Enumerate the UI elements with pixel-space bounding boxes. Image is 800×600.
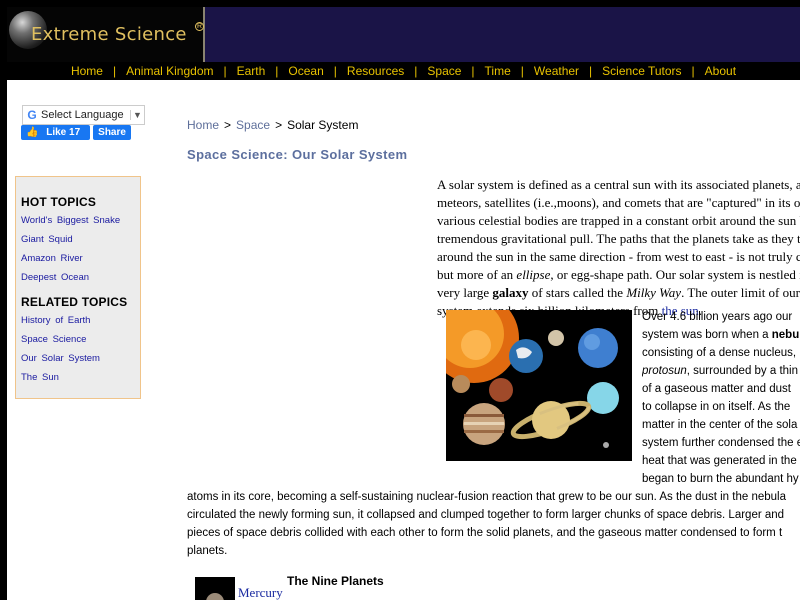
breadcrumb-space[interactable]: Space bbox=[236, 118, 270, 132]
sidebar-link-history-of-earth[interactable]: History of Earth bbox=[21, 315, 135, 326]
topics-sidebar: HOT TOPICS World's Biggest Snake Giant S… bbox=[15, 176, 141, 399]
sidebar-link-space-science[interactable]: Space Science bbox=[21, 334, 135, 345]
breadcrumb-current: Solar System bbox=[287, 118, 359, 132]
language-select[interactable]: G Select Language ▼ bbox=[22, 105, 145, 125]
hot-topics-heading: HOT TOPICS bbox=[21, 195, 97, 209]
nav-ocean[interactable]: Ocean bbox=[288, 64, 323, 78]
facebook-like-button[interactable]: 👍 Like 17 bbox=[21, 125, 91, 140]
sidebar-link-our-solar-system[interactable]: Our Solar System bbox=[21, 353, 135, 364]
facebook-buttons: 👍 Like 17 Share bbox=[21, 125, 131, 140]
sidebar-link-deepest-ocean[interactable]: Deepest Ocean bbox=[21, 272, 135, 283]
sidebar-link-giant-squid[interactable]: Giant Squid bbox=[21, 234, 135, 245]
main-nav: Home | Animal Kingdom | Earth | Ocean | Reso… bbox=[7, 62, 800, 80]
google-g-icon: G bbox=[27, 108, 37, 122]
facebook-share-button[interactable]: Share bbox=[93, 125, 131, 140]
breadcrumb-home[interactable]: Home bbox=[187, 118, 219, 132]
nine-planets-heading: The Nine Planets bbox=[287, 574, 384, 588]
registered-mark: R bbox=[195, 22, 204, 31]
nav-about[interactable]: About bbox=[705, 64, 736, 78]
nav-home[interactable]: Home bbox=[71, 64, 103, 78]
related-topics-heading: RELATED TOPICS bbox=[21, 295, 128, 309]
site-header: Extreme Science R bbox=[7, 7, 800, 62]
dropdown-arrow-icon[interactable]: ▼ bbox=[130, 110, 144, 120]
solar-system-planets-image bbox=[446, 310, 632, 461]
page-title: Space Science: Our Solar System bbox=[187, 147, 408, 162]
logo-text: Extreme Science bbox=[31, 24, 187, 45]
site-logo[interactable]: Extreme Science R bbox=[7, 7, 205, 62]
breadcrumb: Home > Space > Solar System bbox=[187, 118, 359, 132]
sidebar-link-the-sun[interactable]: The Sun bbox=[21, 372, 135, 383]
nav-animal-kingdom[interactable]: Animal Kingdom bbox=[126, 64, 213, 78]
formation-paragraph-continued: atoms in its core, becoming a self-susta… bbox=[187, 491, 786, 557]
sidebar-link-amazon-river[interactable]: Amazon River bbox=[21, 253, 135, 264]
nav-space[interactable]: Space bbox=[427, 64, 461, 78]
main-content: G Select Language ▼ 👍 Like 17 Share HOT … bbox=[7, 80, 800, 600]
mercury-link[interactable]: Mercury bbox=[238, 585, 283, 600]
nav-earth[interactable]: Earth bbox=[237, 64, 266, 78]
mercury-thumbnail[interactable] bbox=[195, 577, 235, 600]
intro-paragraph: A solar system is defined as a central s… bbox=[437, 177, 800, 318]
nav-science-tutors[interactable]: Science Tutors bbox=[602, 64, 681, 78]
nav-weather[interactable]: Weather bbox=[534, 64, 579, 78]
formation-paragraph: Over 4.6 billion years ago our system wa… bbox=[642, 311, 800, 485]
nav-time[interactable]: Time bbox=[485, 64, 511, 78]
sidebar-link-worlds-biggest-snake[interactable]: World's Biggest Snake bbox=[21, 215, 135, 226]
header-banner bbox=[205, 7, 800, 62]
nav-resources[interactable]: Resources bbox=[347, 64, 404, 78]
language-select-label: Select Language bbox=[41, 109, 124, 121]
